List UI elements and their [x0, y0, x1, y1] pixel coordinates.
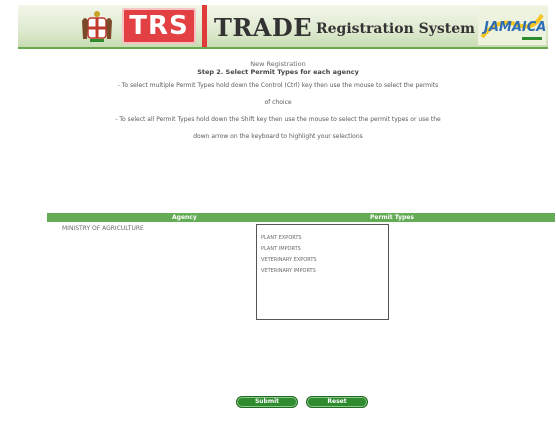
- instructions: New Registration Step 2. Select Permit T…: [40, 60, 516, 145]
- svg-text:JAMAICA: JAMAICA: [481, 20, 546, 35]
- reset-button[interactable]: Reset: [306, 396, 368, 408]
- coat-of-arms-icon: [82, 11, 112, 42]
- app-title: TRADE: [214, 13, 313, 42]
- permit-option[interactable]: VETERINARY IMPORTS: [261, 268, 316, 274]
- app-subtitle: Registration System: [316, 21, 475, 37]
- permit-option[interactable]: PLANT IMPORTS: [261, 246, 301, 252]
- instruction-line-1-cont: of choice: [264, 99, 292, 106]
- agency-name: MINISTRY OF AGRICULTURE: [62, 225, 144, 232]
- submit-button[interactable]: Submit: [236, 396, 298, 408]
- permit-types-listbox[interactable]: PLANT EXPORTS PLANT IMPORTS VETERINARY E…: [256, 224, 389, 320]
- table-header: Agency Permit Types: [47, 213, 555, 222]
- instruction-line-2-cont: down arrow on the keyboard to highlight …: [193, 133, 363, 140]
- permit-option[interactable]: PLANT EXPORTS: [261, 235, 302, 241]
- page: TRS TRADE Registration System JAMAICA Ne…: [0, 0, 556, 437]
- instruction-line-1: - To select multiple Permit Types hold d…: [117, 82, 439, 89]
- permit-option[interactable]: VETERINARY EXPORTS: [261, 257, 317, 263]
- page-heading: New Registration: [250, 60, 306, 68]
- instruction-line-2: - To select all Permit Types hold down t…: [115, 116, 441, 123]
- trs-logo: TRS: [122, 8, 196, 44]
- jamaica-logo-icon: JAMAICA: [478, 7, 546, 45]
- step-title: Step 2. Select Permit Types for each age…: [197, 68, 359, 76]
- column-header-permit-types: Permit Types: [370, 214, 414, 221]
- header-banner: TRS TRADE Registration System JAMAICA: [18, 5, 548, 49]
- header-divider: [202, 5, 207, 47]
- column-header-agency: Agency: [172, 214, 197, 221]
